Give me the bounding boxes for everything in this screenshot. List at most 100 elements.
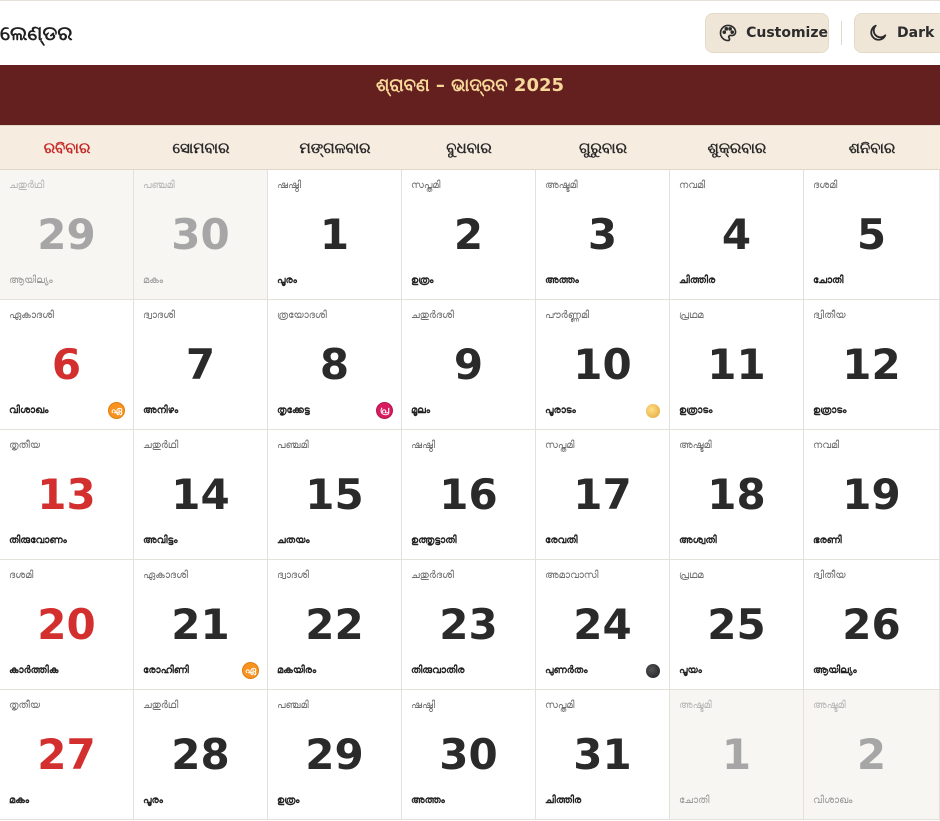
- nakshatra-label: മകം: [143, 275, 164, 286]
- nakshatra-label: അവിട്ടം: [143, 535, 178, 546]
- day-number: 1: [721, 730, 752, 779]
- day-cell[interactable]: ഏകാദശി 6 വിശാഖം ഏ: [0, 300, 134, 430]
- tithi-label: പഞ്ചമി: [277, 440, 309, 451]
- nakshatra-label: കാർത്തിക: [9, 665, 59, 676]
- tithi-label: പ്രഥമ: [679, 570, 704, 581]
- day-cell[interactable]: അഷ്ടമി 3 അത്തം: [536, 170, 670, 300]
- palette-icon: [719, 24, 737, 42]
- tithi-label: ദ്വാദശി: [143, 310, 175, 321]
- day-cell[interactable]: തൃതീയ 27 മകം: [0, 690, 134, 820]
- day-number: 14: [171, 470, 230, 519]
- day-cell[interactable]: പഞ്ചമി 15 ചതയം: [268, 430, 402, 560]
- day-number: 4: [721, 210, 752, 259]
- day-cell[interactable]: പഞ്ചമി 29 ഉത്രം: [268, 690, 402, 820]
- customize-button[interactable]: Customize: [705, 13, 829, 53]
- nakshatra-label: രോഹിണി: [143, 665, 189, 676]
- tithi-label: സപ്തമി: [411, 180, 441, 191]
- moon-icon: [870, 24, 887, 41]
- day-cell[interactable]: സപ്തമി 2 ഉത്രം: [402, 170, 536, 300]
- tithi-label: ദശമി: [9, 570, 34, 581]
- tithi-label: ചതുർഥി: [9, 180, 45, 191]
- day-cell[interactable]: പഞ്ചമി 30 മകം: [134, 170, 268, 300]
- day-cell[interactable]: പ്രഥമ 25 പൂയം: [670, 560, 804, 690]
- day-cell[interactable]: തൃതീയ 13 തിരുവോണം: [0, 430, 134, 560]
- day-number: 2: [856, 730, 887, 779]
- nakshatra-label: തിരുവോണം: [9, 535, 67, 546]
- day-cell[interactable]: അഷ്ടമി 1 ചോതി: [670, 690, 804, 820]
- day-number: 19: [842, 470, 901, 519]
- month-title: ଶ୍ରାବଣ – ଭାଦ୍ରବ 2025: [375, 75, 565, 96]
- tithi-label: ദ്വിതീയ: [813, 310, 846, 321]
- day-number: 2: [453, 210, 484, 259]
- day-number: 10: [573, 340, 632, 389]
- day-cell[interactable]: ദശമി 20 കാർത്തിക: [0, 560, 134, 690]
- day-cell[interactable]: ദ്വാദശി 7 അനിഴം: [134, 300, 268, 430]
- day-cell[interactable]: ഷഷ്ഠി 16 ഉത്തൃട്ടാതി: [402, 430, 536, 560]
- nakshatra-label: പൂരം: [277, 275, 297, 286]
- day-cell[interactable]: ഷഷ്ഠി 30 അത്തം: [402, 690, 536, 820]
- tithi-label: ദ്വാദശി: [277, 570, 309, 581]
- tithi-label: ഷഷ്ഠി: [277, 180, 302, 191]
- day-cell[interactable]: ചതുർഥി 28 പൂരം: [134, 690, 268, 820]
- day-cell[interactable]: ചതുർദശി 23 തിരുവാതിര: [402, 560, 536, 690]
- day-cell[interactable]: ചതുർദശി 9 മൂലം: [402, 300, 536, 430]
- day-number: 22: [305, 600, 364, 649]
- tithi-label: പഞ്ചമി: [143, 180, 175, 191]
- day-cell[interactable]: ഏകാദശി 21 രോഹിണി ഏ: [134, 560, 268, 690]
- day-cell[interactable]: സപ്തമി 31 ചിത്തിര: [536, 690, 670, 820]
- day-cell[interactable]: ദ്വിതീയ 26 ആയില്യം: [804, 560, 940, 690]
- tithi-label: ഷഷ്ഠി: [411, 440, 436, 451]
- day-number: 8: [319, 340, 350, 389]
- day-cell[interactable]: ദശമി 5 ചോതി: [804, 170, 940, 300]
- day-number: 12: [842, 340, 901, 389]
- calendar-grid: ചതുർഥി 29 ആയില്യം പഞ്ചമി 30 മകം ഷഷ്ഠി 1 പൂരം സപ്ത…: [0, 170, 940, 821]
- day-cell[interactable]: ദ്വാദശി 22 മകയിരം: [268, 560, 402, 690]
- day-cell[interactable]: സപ്തമി 17 രേവതി: [536, 430, 670, 560]
- day-cell[interactable]: അഷ്ടമി 2 വിശാഖം: [804, 690, 940, 820]
- festival-badge-icon[interactable]: പ്ര: [376, 402, 393, 419]
- day-cell[interactable]: ഷഷ്ഠി 1 പൂരം: [268, 170, 402, 300]
- nakshatra-label: ചിത്തിര: [545, 795, 582, 806]
- nakshatra-label: ഉത്രാടം: [679, 405, 713, 416]
- day-cell[interactable]: അഷ്ടമി 18 അശ്വതി: [670, 430, 804, 560]
- tithi-label: പൗർണ്ണമി: [545, 310, 590, 321]
- day-cell[interactable]: ദ്വിതീയ 12 ഉത്രാടം: [804, 300, 940, 430]
- day-cell[interactable]: പ്രഥമ 11 ഉത്രാടം: [670, 300, 804, 430]
- day-number: 18: [707, 470, 766, 519]
- day-cell[interactable]: നവമി 19 ഭരണി: [804, 430, 940, 560]
- day-number: 3: [587, 210, 618, 259]
- nakshatra-label: ഉത്തൃട്ടാതി: [411, 535, 457, 546]
- day-cell[interactable]: ത്രയോദശി 8 തൃക്കേട്ട പ്ര: [268, 300, 402, 430]
- dark-mode-button[interactable]: Dark: [854, 13, 940, 53]
- day-number: 1: [319, 210, 350, 259]
- nakshatra-label: വിശാഖം: [813, 795, 853, 806]
- nakshatra-label: ഉത്രാടം: [813, 405, 847, 416]
- day-number: 30: [171, 210, 230, 259]
- tithi-label: പ്രഥമ: [679, 310, 704, 321]
- nakshatra-label: അത്തം: [545, 275, 579, 286]
- weekday-1: ସୋମବାର: [172, 139, 230, 157]
- tithi-label: ചതുർഥി: [143, 700, 179, 711]
- festival-badge-icon[interactable]: ഏ: [242, 662, 259, 679]
- day-number: 9: [453, 340, 484, 389]
- tithi-label: ചതുർദശി: [411, 310, 454, 321]
- day-number: 11: [707, 340, 766, 389]
- nakshatra-label: രേവതി: [545, 535, 578, 546]
- nakshatra-label: മൂലം: [411, 405, 431, 416]
- day-cell[interactable]: പൗർണ്ണമി 10 പൂരാടം: [536, 300, 670, 430]
- nakshatra-label: ഉത്രം: [277, 795, 300, 806]
- day-number: 13: [37, 470, 96, 519]
- nakshatra-label: അത്തം: [411, 795, 445, 806]
- nakshatra-label: ഉത്രം: [411, 275, 434, 286]
- tithi-label: ഷഷ്ഠി: [411, 700, 436, 711]
- festival-badge-icon[interactable]: ഏ: [108, 402, 125, 419]
- day-cell[interactable]: ചതുർഥി 29 ആയില്യം: [0, 170, 134, 300]
- nakshatra-label: അനിഴം: [143, 405, 179, 416]
- tithi-label: ദ്വിതീയ: [813, 570, 846, 581]
- day-cell[interactable]: അമാവാസി 24 പുണർതം: [536, 560, 670, 690]
- day-number: 24: [573, 600, 632, 649]
- tithi-label: പഞ്ചമി: [277, 700, 309, 711]
- nakshatra-label: തിരുവാതിര: [411, 665, 465, 676]
- day-cell[interactable]: നവമി 4 ചിത്തിര: [670, 170, 804, 300]
- day-cell[interactable]: ചതുർഥി 14 അവിട്ടം: [134, 430, 268, 560]
